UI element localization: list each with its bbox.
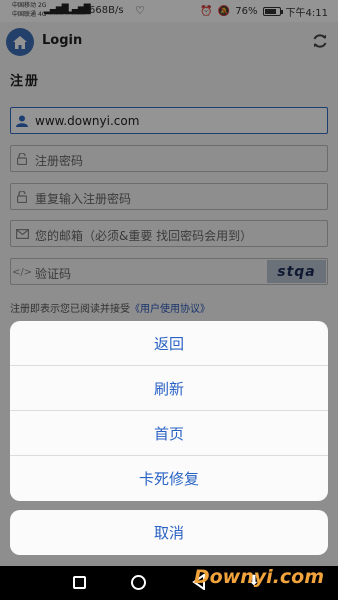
action-home[interactable]: 首页 <box>10 411 328 456</box>
home-circle-icon[interactable] <box>131 575 146 590</box>
watermark-logo: Downyi.com <box>193 566 324 588</box>
action-refresh[interactable]: 刷新 <box>10 366 328 411</box>
action-back[interactable]: 返回 <box>10 321 328 366</box>
recents-icon[interactable] <box>73 576 86 589</box>
cancel-button[interactable]: 取消 <box>10 510 328 555</box>
action-fix-freeze[interactable]: 卡死修复 <box>10 456 328 501</box>
action-sheet: 返回 刷新 首页 卡死修复 <box>10 321 328 501</box>
